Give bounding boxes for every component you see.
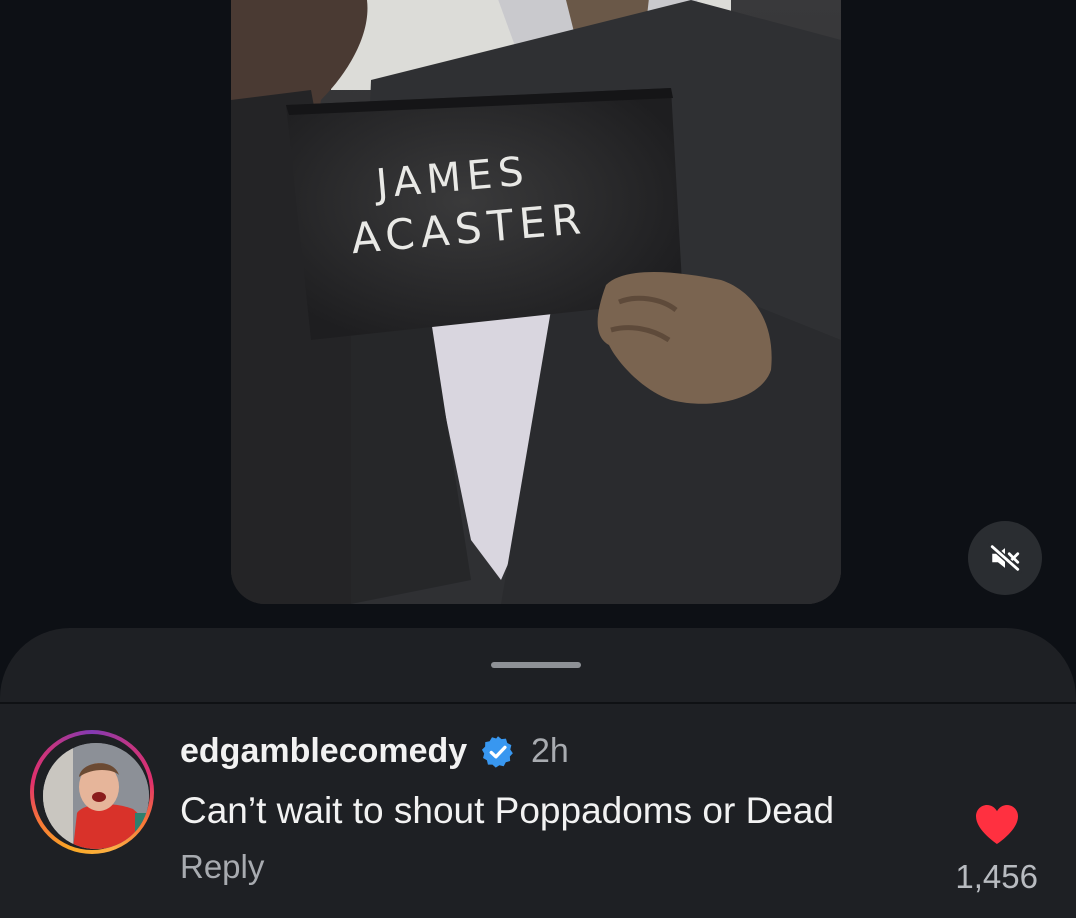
comments-sheet: edgamblecomedy 2h Can’t wait to shout Po… <box>0 628 1076 918</box>
sheet-drag-handle[interactable] <box>491 662 581 668</box>
verified-badge-icon <box>481 736 513 768</box>
avatar-story-ring[interactable] <box>30 730 154 854</box>
comment-text: Can’t wait to shout Poppadoms or Dead <box>180 790 835 831</box>
comment-timestamp: 2h <box>531 732 569 770</box>
comment-username[interactable]: edgamblecomedy <box>180 732 467 771</box>
avatar-photo <box>43 743 149 849</box>
avatar <box>43 743 149 849</box>
app-screen: JAMES ACASTER edgamblecomedy 2h Can’t wa… <box>0 0 1076 918</box>
like-count: 1,456 <box>955 858 1038 895</box>
comment-item: edgamblecomedy 2h Can’t wait to shout Po… <box>0 704 1076 918</box>
video-frame <box>231 0 841 604</box>
speaker-muted-icon <box>988 542 1022 574</box>
video-player[interactable]: JAMES ACASTER <box>231 0 841 604</box>
reply-button[interactable]: Reply <box>180 848 264 886</box>
heart-filled-icon[interactable] <box>972 802 1022 846</box>
mute-toggle-button[interactable] <box>968 521 1042 595</box>
